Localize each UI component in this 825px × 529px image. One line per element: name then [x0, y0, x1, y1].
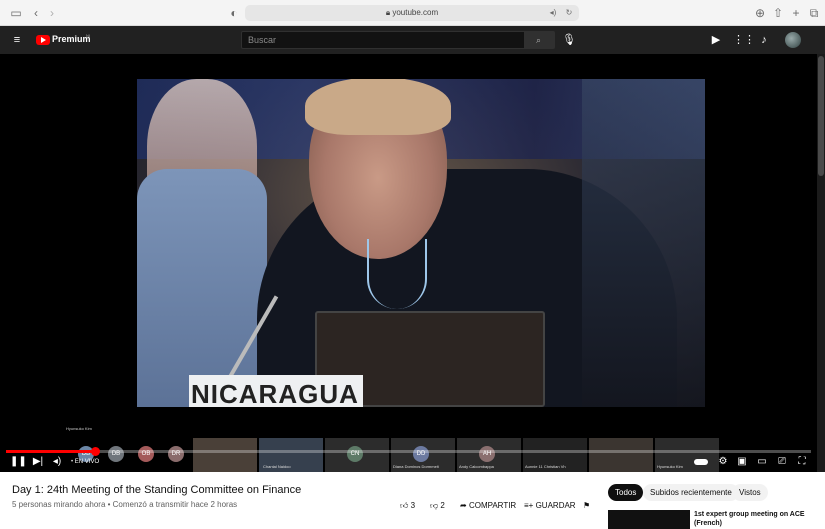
new-tab-icon[interactable]: +: [788, 5, 804, 21]
logo-text[interactable]: Premium: [52, 34, 91, 44]
apps-icon[interactable]: ⋮⋮: [733, 33, 755, 47]
tile-caption: Andy Calcombappa: [459, 464, 494, 469]
participant-tile: [193, 438, 257, 472]
participant-tile: CN: [325, 438, 389, 472]
youtube-header: ≡ Premium NI Buscar ⌕ 🎙︎ ▶︎ ⋮⋮ ♪: [0, 26, 825, 54]
participant-tile: DD Diana Dominos Dormmelt: [391, 438, 455, 472]
tile-caption: Diana Dominos Dormmelt: [393, 464, 439, 469]
participant-tile: Aunnie 11 Christian Vh: [523, 438, 587, 472]
address-url: youtube.com: [392, 8, 439, 17]
downloads-icon[interactable]: ⊕: [752, 5, 768, 21]
logo-badge: NI: [86, 33, 90, 38]
participant-avatar: DB: [108, 446, 124, 462]
create-video-icon[interactable]: ▶︎: [709, 33, 723, 47]
airplay-icon[interactable]: ⎚: [775, 456, 789, 468]
live-dot-icon: •: [71, 459, 74, 465]
thumbs-down-icon: 👎︎: [430, 501, 439, 510]
chip-recent[interactable]: Subidos recientemente: [643, 484, 739, 501]
shield-icon[interactable]: ◐: [226, 5, 242, 21]
chip-all[interactable]: Todos: [608, 484, 644, 501]
participant-tile: [589, 438, 653, 472]
share-icon[interactable]: ⇧: [770, 5, 786, 21]
search-input[interactable]: Buscar: [241, 31, 525, 49]
share-arrow-icon: ➦: [460, 501, 467, 510]
participant-avatar: CN: [347, 446, 363, 462]
video-meta: 5 personas mirando ahora • Comenzó a tra…: [12, 500, 238, 509]
tile-caption: Hyunsuko Kim: [657, 464, 683, 469]
avatar[interactable]: [785, 32, 801, 48]
country-nameplate: NICARAGUA: [191, 379, 359, 407]
sidebar-icon[interactable]: ▭: [8, 5, 24, 21]
participant-avatar: DD: [413, 446, 429, 462]
participant-label: Hyunsuko Kim: [66, 426, 92, 431]
video-player[interactable]: NICARAGUA Hyunsuko Kim DB DB OB DR Chant…: [0, 54, 817, 472]
live-label: EN VIVO: [74, 459, 100, 465]
address-bar[interactable]: 🔒︎ youtube.com ◂) ↻: [245, 5, 579, 21]
microphone-icon[interactable]: 🎙︎: [562, 33, 576, 47]
add-to-playlist-icon: ≡+: [524, 501, 534, 510]
search-icon: ⌕: [536, 35, 542, 45]
menu-icon[interactable]: ≡: [10, 33, 24, 47]
like-button[interactable]: 👍︎ 3: [400, 500, 415, 512]
notifications-bell-icon[interactable]: ♪: [757, 33, 771, 47]
audio-icon[interactable]: ◂): [545, 5, 561, 21]
dislike-button[interactable]: 👎︎ 2: [430, 500, 445, 512]
pause-icon[interactable]: ❚❚: [10, 456, 27, 468]
progress-bar[interactable]: [6, 447, 811, 456]
search-button[interactable]: ⌕: [525, 31, 555, 49]
autoplay-toggle[interactable]: [694, 459, 708, 465]
tile-caption: Aunnie 11 Christian Vh: [525, 464, 566, 469]
next-icon[interactable]: ▶|: [31, 456, 45, 468]
progress-fill: [6, 450, 95, 453]
recommendation-thumbnail[interactable]: [608, 510, 690, 529]
participant-avatar: DR: [168, 446, 184, 462]
chip-watched[interactable]: Vistos: [732, 484, 768, 501]
participant-tile: AH Andy Calcombappa: [457, 438, 521, 472]
live-indicator[interactable]: • EN VIVO: [71, 456, 99, 468]
search-placeholder: Buscar: [248, 35, 277, 45]
participant-tile: Hyunsuko Kim: [655, 438, 719, 472]
recommendation-title[interactable]: 1st expert group meeting on ACE (French): [694, 510, 814, 528]
settings-gear-icon[interactable]: ⚙: [716, 456, 730, 468]
participant-avatar: OB: [138, 446, 154, 462]
volume-icon[interactable]: ◂): [50, 456, 64, 468]
youtube-logo-icon[interactable]: [36, 35, 50, 45]
like-count: 3: [410, 501, 416, 510]
dislike-count: 2: [440, 501, 445, 510]
reload-icon[interactable]: ↻: [561, 5, 577, 21]
video-title: Day 1: 24th Meeting of the Standing Comm…: [12, 484, 302, 496]
browser-toolbar: ▭ ‹ › ◐ 🔒︎ youtube.com ◂) ↻ ⊕ ⇧ + ⧉: [0, 0, 825, 26]
thumbs-up-icon: 👍︎: [400, 501, 409, 510]
save-label: GUARDAR: [535, 501, 576, 510]
scrollbar-thumb[interactable]: [818, 56, 824, 176]
miniplayer-icon[interactable]: ▣: [735, 456, 749, 468]
fullscreen-icon[interactable]: ⛶: [795, 456, 809, 468]
participant-tile: Chantal Naidoo: [259, 438, 323, 472]
progress-knob[interactable]: [90, 447, 100, 456]
share-label: COMPARTIR: [468, 501, 517, 510]
save-button[interactable]: ≡+ GUARDAR: [524, 500, 576, 512]
tile-caption: Chantal Naidoo: [263, 464, 291, 469]
participant-avatar: AH: [479, 446, 495, 462]
forward-icon[interactable]: ›: [44, 5, 60, 21]
share-button[interactable]: ➦ COMPARTIR: [460, 500, 516, 512]
video-frame[interactable]: NICARAGUA: [137, 79, 705, 407]
report-flag-icon[interactable]: ⚑: [583, 500, 590, 512]
back-icon[interactable]: ‹: [28, 5, 44, 21]
theater-mode-icon[interactable]: ▭: [755, 456, 769, 468]
tabs-overview-icon[interactable]: ⧉: [806, 5, 822, 21]
participant-strip: DB DB OB DR Chantal Naidoo CN DD Diana D…: [70, 438, 760, 472]
